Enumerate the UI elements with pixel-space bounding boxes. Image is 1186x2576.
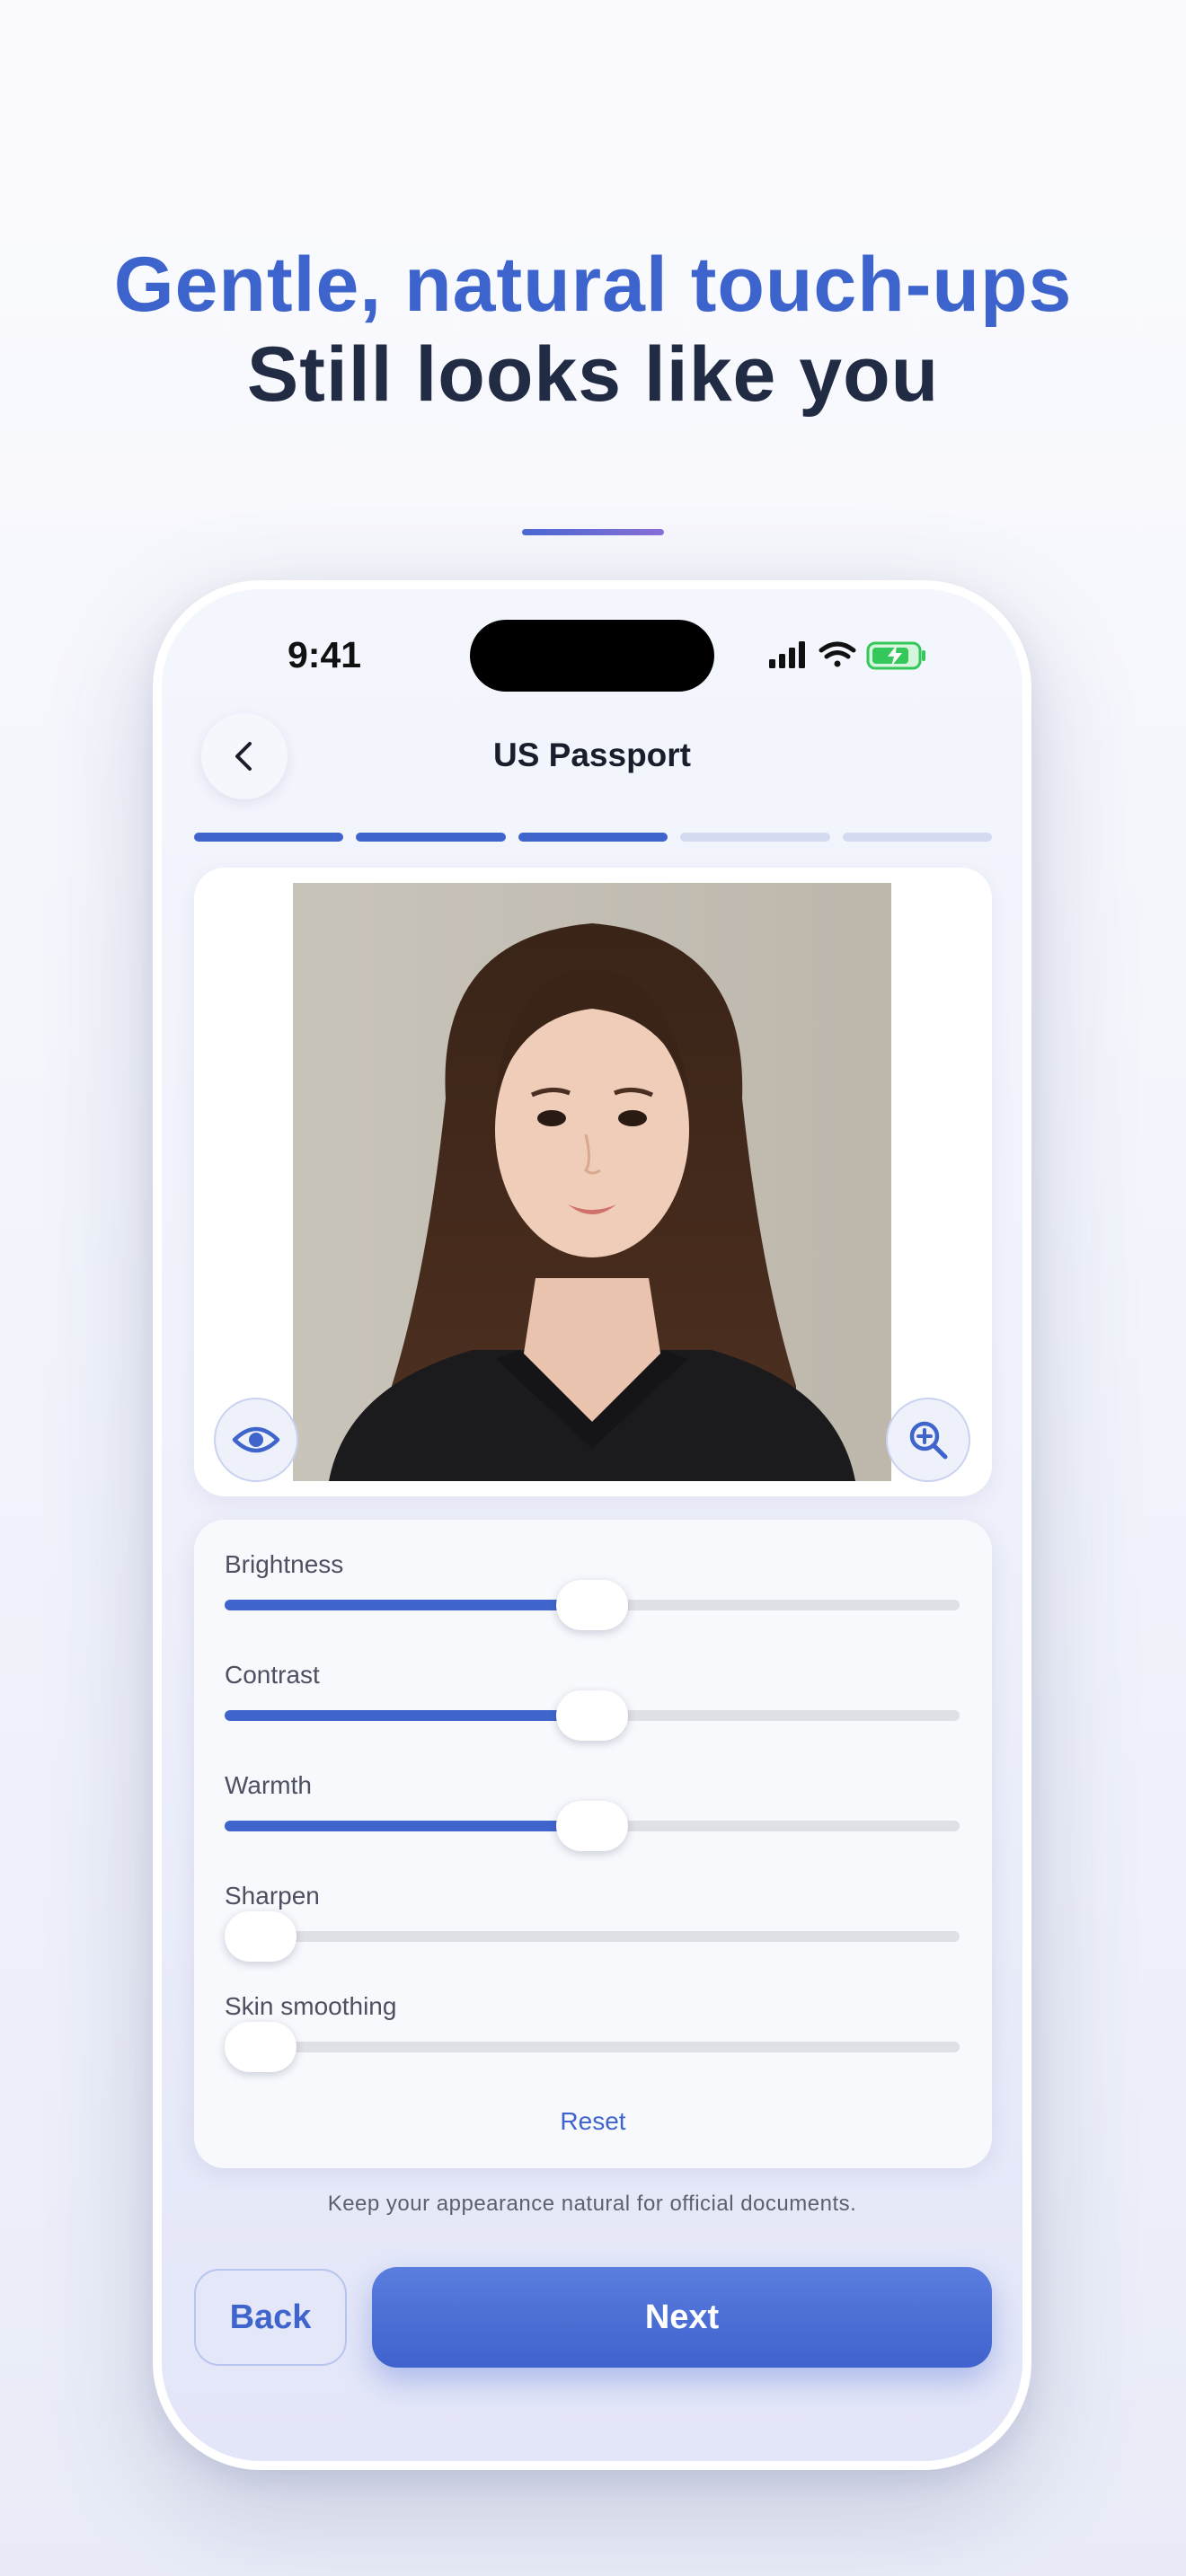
slider-thumb[interactable] (556, 1801, 628, 1851)
slider-skin-smoothing: Skin smoothing (225, 1992, 960, 2072)
slider-label: Sharpen (225, 1882, 320, 1910)
progress-segment (680, 833, 830, 842)
accent-divider (522, 529, 664, 535)
slider-track[interactable] (225, 1580, 960, 1630)
slider-label: Warmth (225, 1771, 312, 1799)
slider-contrast: Contrast (225, 1661, 960, 1741)
photo-card (194, 868, 992, 1496)
step-progress (194, 833, 993, 842)
slider-track[interactable] (225, 1690, 960, 1741)
wifi-icon (819, 641, 856, 667)
eye-icon (232, 1426, 280, 1453)
page-title: US Passport (492, 737, 691, 773)
back-button[interactable]: Back (194, 2269, 347, 2366)
slider-thumb[interactable] (556, 1690, 628, 1741)
slider-thumb[interactable] (225, 2022, 296, 2072)
slider-thumb[interactable] (225, 1911, 296, 1962)
slider-warmth: Warmth (225, 1771, 960, 1851)
progress-segment (518, 833, 668, 842)
zoom-in-button[interactable] (886, 1398, 970, 1482)
phone-frame: 9:41 US Passport Brightness Contrast War… (153, 580, 1031, 2470)
adjustments-panel: Brightness Contrast Warmth Sharpen Skin … (194, 1520, 992, 2168)
slider-fill (225, 1710, 592, 1721)
status-icons (769, 640, 949, 672)
headline-line-2: Still looks like you (246, 331, 940, 418)
cellular-signal-icon (769, 641, 805, 668)
progress-segment (356, 833, 506, 842)
dynamic-island (470, 620, 714, 692)
slider-thumb[interactable] (556, 1580, 628, 1630)
zoom-in-icon (909, 1421, 948, 1460)
slider-label: Skin smoothing (225, 1992, 397, 2020)
slider-track[interactable] (225, 1911, 960, 1962)
headline-line-1: Gentle, natural touch-ups (113, 242, 1073, 328)
slider-label: Brightness (225, 1550, 344, 1578)
preview-toggle-button[interactable] (214, 1398, 298, 1482)
slider-brightness: Brightness (225, 1550, 960, 1630)
progress-segment (842, 833, 993, 842)
reset-button[interactable]: Reset (194, 2107, 992, 2136)
slider-track[interactable] (225, 1801, 960, 1851)
phone-screen: 9:41 US Passport Brightness Contrast War… (162, 589, 1022, 2461)
slider-label: Contrast (225, 1661, 320, 1689)
slider-fill (225, 1600, 592, 1610)
slider-track[interactable] (225, 2022, 960, 2072)
next-button[interactable]: Next (372, 2267, 992, 2368)
slider-sharpen: Sharpen (225, 1882, 960, 1962)
progress-segment (194, 833, 344, 842)
battery-charging-icon (866, 641, 925, 670)
status-time: 9:41 (288, 634, 362, 675)
passport-photo (293, 883, 891, 1481)
slider-fill (225, 1821, 592, 1831)
hint-text: Keep your appearance natural for officia… (327, 2192, 857, 2216)
